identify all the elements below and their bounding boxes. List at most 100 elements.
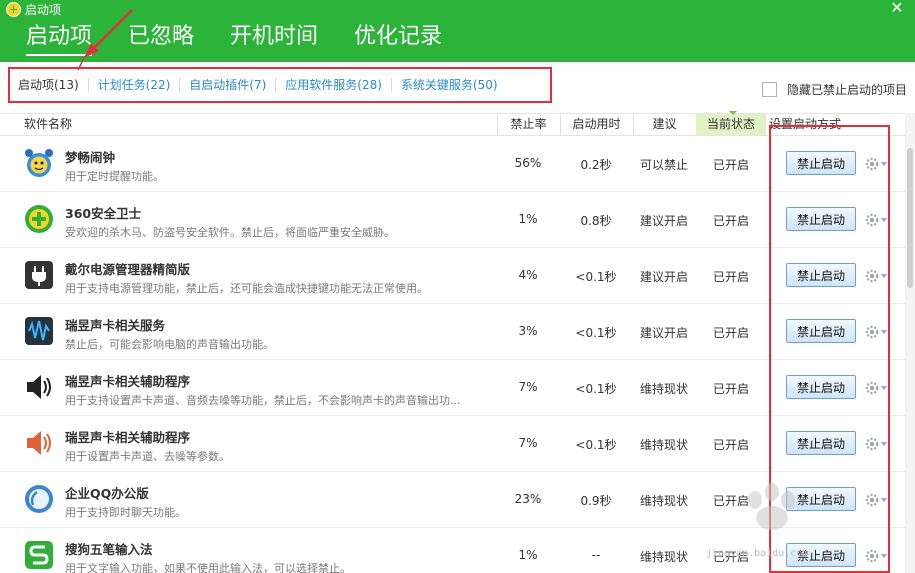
sub-tab-bar: 启动项(13) 计划任务(22) 自启动插件(7) 应用软件服务(28) 系统关… (0, 62, 915, 114)
alarm-clock-icon (24, 146, 54, 180)
column-header: 软件名称 禁止率 启动用时 建议 当前状态 设置启动方式 (0, 111, 905, 136)
chevron-down-icon (881, 274, 887, 278)
settings-gear-icon[interactable] (865, 491, 891, 509)
subtab-startup[interactable]: 启动项(13) (18, 78, 88, 92)
row-startup-time: <0.1秒 (575, 438, 617, 452)
row-state: 已开启 (712, 438, 749, 452)
chevron-down-icon (881, 330, 887, 334)
row-desc: 用于定时提醒功能。 (65, 170, 164, 183)
col-current-state[interactable]: 当前状态 (696, 111, 766, 135)
settings-gear-icon[interactable] (865, 547, 891, 565)
subtab-scheduled-tasks[interactable]: 计划任务(22) (87, 78, 180, 92)
row-name: 梦畅闹钟 (65, 150, 116, 165)
chevron-down-icon (881, 386, 887, 390)
tab-boot-time[interactable]: 开机时间 (230, 20, 318, 54)
row-disable-rate: 3% (518, 324, 538, 338)
table-row[interactable]: 瑞昱声卡相关辅助程序用于支持设置声卡声道、音频去噪等功能，禁止后，不会影响声卡的… (0, 360, 905, 416)
disable-startup-button[interactable]: 禁止启动 (786, 151, 856, 175)
speaker-icon (24, 370, 54, 404)
row-disable-rate: 1% (518, 548, 538, 562)
disable-startup-button[interactable]: 禁止启动 (786, 375, 856, 399)
chevron-down-icon (881, 162, 887, 166)
subtab-app-services[interactable]: 应用软件服务(28) (275, 78, 391, 92)
row-advice: 可以禁止 (639, 158, 688, 172)
subtab-plugins[interactable]: 自启动插件(7) (179, 78, 275, 92)
disable-startup-button[interactable]: 禁止启动 (786, 263, 856, 287)
app-logo-icon (6, 1, 21, 17)
row-name: 瑞昱声卡相关服务 (65, 318, 166, 333)
table-row[interactable]: 瑞昱声卡相关服务 禁止后，可能会影响电脑的声音输出功能。 3% <0.1秒 建议开启 已开… (0, 304, 905, 360)
settings-gear-icon[interactable] (865, 379, 891, 397)
360-shield-icon (24, 202, 54, 236)
app-header: 启动项 ✕ 启动项 已忽略 开机时间 优化记录 (0, 0, 915, 62)
disable-startup-button[interactable]: 禁止启动 (786, 207, 856, 231)
row-disable-rate: 7% (518, 380, 538, 394)
scrollbar[interactable] (905, 113, 915, 573)
col-disable-rate[interactable]: 禁止率 (497, 114, 559, 135)
scroll-thumb[interactable] (907, 148, 913, 288)
row-state: 已开启 (712, 382, 749, 396)
row-disable-rate: 7% (518, 436, 538, 450)
disable-startup-button[interactable]: 禁止启动 (786, 431, 856, 455)
settings-gear-icon[interactable] (865, 211, 891, 229)
settings-gear-icon[interactable] (865, 267, 891, 285)
row-startup-time: <0.1秒 (575, 382, 617, 396)
row-startup-time: 0.8秒 (580, 214, 612, 228)
chevron-down-icon (881, 442, 887, 446)
settings-gear-icon[interactable] (865, 435, 891, 453)
row-state: 已开启 (712, 214, 749, 228)
row-desc: 用于支持设置声卡声道、音频去噪等功能，禁止后，不会影响声卡的声音输出功... (65, 394, 461, 407)
startup-list: 梦畅闹钟 用于定时提醒功能。 56% 0.2秒 可以禁止 已开启 禁止启动 360安全卫士 受欢… (0, 136, 905, 573)
sogou-icon (24, 538, 54, 572)
disable-startup-button[interactable]: 禁止启动 (786, 487, 856, 511)
tab-ignored[interactable]: 已忽略 (128, 20, 194, 54)
settings-gear-icon[interactable] (865, 155, 891, 173)
sort-arrow-icon (729, 111, 737, 115)
row-advice: 建议开启 (639, 214, 688, 228)
row-state: 已开启 (712, 494, 749, 508)
row-disable-rate: 4% (518, 268, 538, 282)
table-row[interactable]: 戴尔电源管理器精简版用于支持电源管理功能，禁止后，还可能会造成快捷键功能无法正常… (0, 248, 905, 304)
power-plug-icon (24, 258, 54, 292)
audio-wave-icon (24, 314, 54, 348)
row-name: 搜狗五笔输入法 (65, 542, 153, 557)
row-desc: 禁止后，可能会影响电脑的声音输出功能。 (65, 338, 274, 351)
row-advice: 维持现状 (639, 550, 688, 564)
col-software-name[interactable]: 软件名称 (24, 114, 72, 135)
row-desc: 用于支持即时聊天功能。 (65, 506, 186, 519)
main-tabs: 启动项 已忽略 开机时间 优化记录 (26, 20, 478, 56)
row-disable-rate: 23% (514, 492, 542, 506)
hide-disabled-checkbox[interactable] (761, 82, 777, 97)
subtab-system-services[interactable]: 系统关键服务(50) (390, 78, 507, 92)
row-desc: 用于设置声卡声道、去噪等参数。 (65, 450, 230, 463)
row-name: 瑞昱声卡相关辅助程序 (65, 430, 191, 445)
table-row[interactable]: 企业QQ办公版 用于支持即时聊天功能。 23% 0.9秒 维持现状 已开启 禁止启动 (0, 472, 905, 528)
chevron-down-icon (881, 554, 887, 558)
row-name: 瑞昱声卡相关辅助程序 (65, 374, 191, 389)
row-state: 已开启 (712, 158, 749, 172)
row-startup-time: <0.1秒 (575, 326, 617, 340)
table-row[interactable]: 360安全卫士 受欢迎的杀木马、防盗号安全软件。禁止后，将面临严重安全威胁。 1% 0… (0, 192, 905, 248)
row-desc: 用于支持电源管理功能，禁止后，还可能会造成快捷键功能无法正常使用。 (65, 282, 428, 295)
row-disable-rate: 56% (514, 156, 542, 170)
chevron-down-icon (881, 218, 887, 222)
col-advice[interactable]: 建议 (633, 114, 695, 135)
table-row[interactable]: 瑞昱声卡相关辅助程序 用于设置声卡声道、去噪等参数。 7% <0.1秒 维持现状 已开启 禁… (0, 416, 905, 472)
row-startup-time: -- (591, 548, 601, 562)
settings-gear-icon[interactable] (865, 323, 891, 341)
disable-startup-button[interactable]: 禁止启动 (786, 319, 856, 343)
watermark-url: jingyan.baidu.com (706, 548, 809, 559)
tab-startup-items[interactable]: 启动项 (26, 20, 93, 56)
row-desc: 受欢迎的杀木马、防盗号安全软件。禁止后，将面临严重安全威胁。 (65, 226, 395, 239)
row-startup-time: 0.9秒 (580, 494, 612, 508)
window-title-bar: 启动项 (6, 1, 61, 17)
row-name: 戴尔电源管理器精简版 (65, 262, 191, 277)
col-startup-setting: 设置启动方式 (769, 117, 842, 131)
col-startup-time[interactable]: 启动用时 (560, 114, 632, 135)
row-advice: 建议开启 (639, 270, 688, 284)
table-row[interactable]: 梦畅闹钟 用于定时提醒功能。 56% 0.2秒 可以禁止 已开启 禁止启动 (0, 136, 905, 192)
close-button[interactable]: ✕ (889, 0, 905, 16)
tab-optimize-log[interactable]: 优化记录 (354, 20, 442, 54)
hide-disabled-option[interactable]: 隐藏已禁止启动的项目 (761, 81, 907, 98)
row-disable-rate: 1% (518, 212, 538, 226)
